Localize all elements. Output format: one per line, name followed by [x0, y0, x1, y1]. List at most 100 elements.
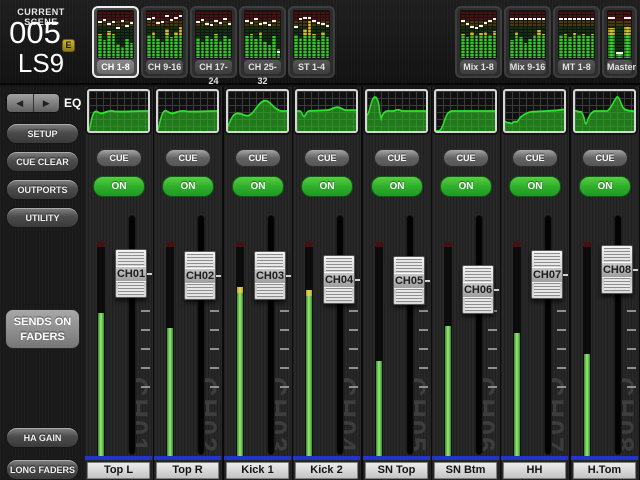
ha-gain-button[interactable]: HA GAIN: [6, 427, 79, 448]
meter-block-ch9-16[interactable]: CH 9-16: [141, 6, 188, 78]
channel-number-watermark: CH01: [123, 376, 153, 454]
cue-button[interactable]: CUE: [96, 149, 142, 167]
channel-name[interactable]: SN Top: [365, 462, 428, 479]
on-button[interactable]: ON: [232, 176, 284, 197]
fader-handle[interactable]: CH08: [601, 245, 638, 294]
fader-handle[interactable]: CH02: [184, 251, 221, 300]
meter-bar: [156, 11, 160, 58]
meter-bar: [258, 11, 262, 58]
fader-scale-tick: [210, 329, 219, 331]
top-bar: CURRENT SCENE 005 E LS9 CH 1-8 CH 9-16 CH …: [0, 0, 640, 86]
meter-block-ch25-32[interactable]: CH 25-32: [239, 6, 286, 86]
eq-thumbnail[interactable]: [156, 89, 219, 133]
cue-button[interactable]: CUE: [443, 149, 489, 167]
eq-thumbnail[interactable]: [434, 89, 497, 133]
meter-bar: [169, 11, 173, 58]
long-faders-button[interactable]: LONG FADERS: [6, 459, 79, 480]
fader-scale-tick: [210, 367, 219, 369]
fader-handle[interactable]: CH04: [323, 255, 360, 304]
meter-bar: [321, 11, 325, 58]
cue-button[interactable]: CUE: [374, 149, 420, 167]
eq-mode-label: EQ: [64, 96, 82, 110]
channel-strip-ch07: CUE ON CH07 CH07 HH: [501, 87, 569, 480]
meter-bar: [616, 11, 623, 58]
cue-button[interactable]: CUE: [235, 149, 281, 167]
fader-bank: CUE ON CH01 CH01 Top L CUE ON CH02 CH02 Top R CUE O…: [85, 87, 640, 480]
eq-thumbnail[interactable]: [226, 89, 289, 133]
eq-thumbnail[interactable]: [295, 89, 358, 133]
cue-button[interactable]: CUE: [512, 149, 558, 167]
on-button[interactable]: ON: [440, 176, 492, 197]
meter-display: [607, 10, 632, 59]
channel-name[interactable]: H.Tom: [573, 462, 636, 479]
fader-scale-tick: [488, 367, 497, 369]
meter-block-label: Mix 9-16: [509, 60, 546, 74]
meter-block-mt1-8[interactable]: MT 1-8: [553, 6, 600, 78]
fader-handle[interactable]: CH05: [393, 256, 430, 305]
fader-scale-tick: [557, 310, 566, 312]
channel-name[interactable]: Kick 1: [226, 462, 289, 479]
clip-indicator: [375, 242, 383, 247]
fader-track[interactable]: [406, 215, 414, 455]
setup-button[interactable]: SETUP: [6, 123, 79, 144]
on-button[interactable]: ON: [301, 176, 353, 197]
outports-button[interactable]: OUTPORTS: [6, 179, 79, 200]
fader-scale-tick: [419, 310, 428, 312]
eq-thumbnail[interactable]: [365, 89, 428, 133]
eq-thumbnail[interactable]: [87, 89, 150, 133]
fader-handle[interactable]: CH01: [115, 249, 152, 298]
on-button[interactable]: ON: [93, 176, 145, 197]
bank-nav: ◀ ▶: [6, 93, 60, 113]
nav-prev-button[interactable]: ◀: [7, 94, 34, 112]
fader-cap-label: CH07: [532, 267, 562, 283]
fader-handle[interactable]: CH07: [531, 250, 568, 299]
on-button[interactable]: ON: [371, 176, 423, 197]
meter-display: [509, 10, 546, 59]
meter-bar: [577, 11, 581, 58]
on-button[interactable]: ON: [509, 176, 561, 197]
channel-name[interactable]: HH: [503, 462, 566, 479]
meter-bar: [624, 11, 631, 58]
meter-bar: [263, 11, 267, 58]
meter-block-st1-4[interactable]: ST 1-4: [288, 6, 335, 78]
fader-track[interactable]: [336, 215, 344, 455]
meter-bar: [537, 11, 541, 58]
meter-bar: [581, 11, 585, 58]
fader-handle[interactable]: CH03: [254, 251, 291, 300]
cue-button[interactable]: CUE: [582, 149, 628, 167]
cue-button[interactable]: CUE: [304, 149, 350, 167]
fader-scale-tick: [419, 329, 428, 331]
meter-bar: [107, 11, 111, 58]
meter-block-ch1-8[interactable]: CH 1-8: [92, 6, 139, 78]
scene-panel[interactable]: CURRENT SCENE 005 E LS9: [0, 0, 90, 85]
cue-clear-button[interactable]: CUE CLEAR: [6, 151, 79, 172]
fader-track[interactable]: [475, 215, 483, 455]
channel-number-watermark: CH02: [192, 376, 222, 454]
meter-bar: [532, 11, 536, 58]
meter-bar: [465, 11, 469, 58]
eq-thumbnail[interactable]: [503, 89, 566, 133]
eq-thumbnail[interactable]: [573, 89, 636, 133]
meter-block-mix9-16[interactable]: Mix 9-16: [504, 6, 551, 78]
utility-button[interactable]: UTILITY: [6, 207, 79, 228]
meter-block-master[interactable]: Master: [602, 6, 637, 78]
fader-scale-tick: [557, 386, 566, 388]
channel-number-watermark: CH06: [470, 376, 500, 454]
clip-indicator: [166, 242, 174, 247]
channel-name[interactable]: Top L: [87, 462, 150, 479]
channel-name[interactable]: SN Btm: [434, 462, 497, 479]
sends-on-faders-button[interactable]: SENDS ON FADERS: [5, 309, 80, 349]
channel-name[interactable]: Top R: [156, 462, 219, 479]
on-button[interactable]: ON: [579, 176, 631, 197]
fader-handle[interactable]: CH06: [462, 265, 499, 314]
cue-button[interactable]: CUE: [165, 149, 211, 167]
clip-indicator: [444, 242, 452, 247]
meter-bar: [528, 11, 532, 58]
meter-block-label: MT 1-8: [558, 60, 595, 74]
meter-block-ch17-24[interactable]: CH 17-24: [190, 6, 237, 86]
nav-next-button[interactable]: ▶: [33, 94, 59, 112]
meter-block-mix1-8[interactable]: Mix 1-8: [455, 6, 502, 78]
on-button[interactable]: ON: [162, 176, 214, 197]
meter-bar: [586, 11, 590, 58]
channel-name[interactable]: Kick 2: [295, 462, 358, 479]
